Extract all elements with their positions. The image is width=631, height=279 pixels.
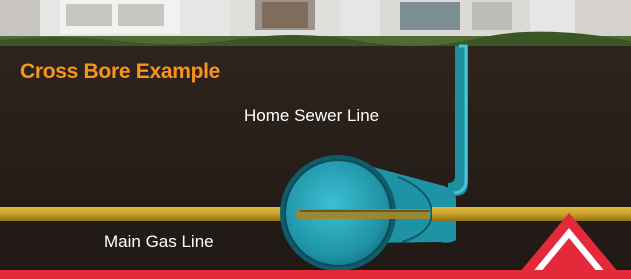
gas-line-label: Main Gas Line bbox=[104, 232, 214, 251]
sewer-line-label: Home Sewer Line bbox=[244, 106, 380, 125]
accent-band bbox=[0, 270, 631, 279]
diagram-illustration bbox=[0, 0, 631, 279]
cross-bore-diagram: Cross Bore Example Home Sewer Line Main … bbox=[0, 0, 631, 279]
diagram-title: Cross Bore Example bbox=[20, 60, 221, 83]
